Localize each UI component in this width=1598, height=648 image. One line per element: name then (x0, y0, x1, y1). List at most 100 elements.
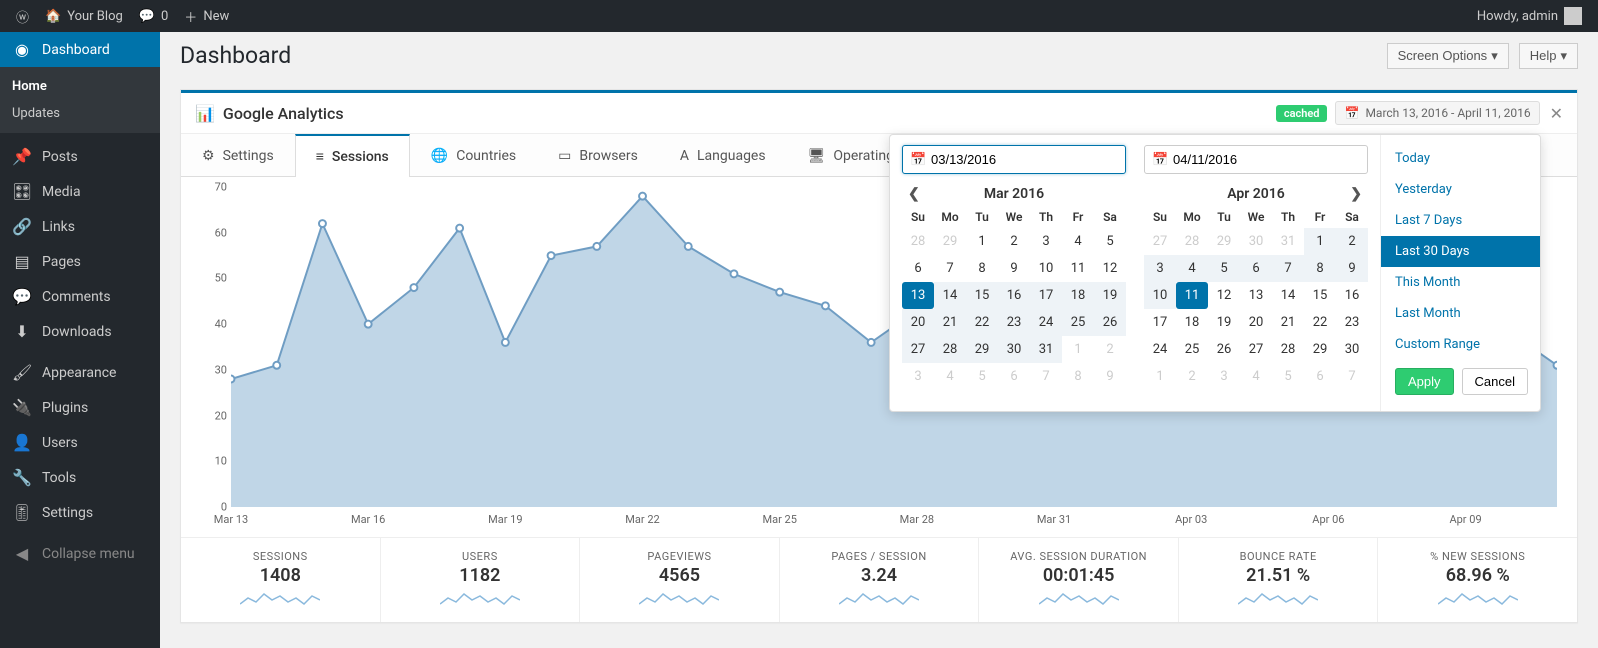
preset-today[interactable]: Today (1381, 143, 1540, 174)
sidebar-item-tools[interactable]: 🔧Tools (0, 460, 160, 495)
calendar-day[interactable]: 17 (1030, 282, 1062, 309)
calendar-day[interactable]: 13 (1240, 282, 1272, 309)
preset-this-month[interactable]: This Month (1381, 267, 1540, 298)
calendar-day[interactable]: 12 (1208, 282, 1240, 309)
calendar-day[interactable]: 28 (1176, 228, 1208, 255)
calendar-day[interactable]: 1 (1304, 228, 1336, 255)
calendar-day[interactable]: 3 (902, 363, 934, 390)
calendar-day[interactable]: 3 (1208, 363, 1240, 390)
calendar-day[interactable]: 23 (998, 309, 1030, 336)
calendar-day[interactable]: 7 (1272, 255, 1304, 282)
calendar-day[interactable]: 7 (1030, 363, 1062, 390)
calendar-day[interactable]: 29 (1304, 336, 1336, 363)
calendar-day[interactable]: 26 (1208, 336, 1240, 363)
submenu-home[interactable]: Home (0, 73, 160, 100)
calendar-day[interactable]: 25 (1062, 309, 1094, 336)
calendar-day[interactable]: 1 (1144, 363, 1176, 390)
sidebar-item-downloads[interactable]: ⬇Downloads (0, 314, 160, 349)
calendar-day[interactable]: 3 (1144, 255, 1176, 282)
sidebar-item-comments[interactable]: 💬Comments (0, 279, 160, 314)
preset-last7[interactable]: Last 7 Days (1381, 205, 1540, 236)
calendar-day[interactable]: 27 (1240, 336, 1272, 363)
calendar-day[interactable]: 7 (934, 255, 966, 282)
calendar-day[interactable]: 24 (1030, 309, 1062, 336)
wp-logo[interactable]: ⓦ (8, 0, 37, 32)
calendar-day[interactable]: 20 (902, 309, 934, 336)
calendar-day[interactable]: 11 (1062, 255, 1094, 282)
calendar-day[interactable]: 10 (1030, 255, 1062, 282)
calendar-day[interactable]: 17 (1144, 309, 1176, 336)
calendar-day[interactable]: 18 (1176, 309, 1208, 336)
calendar-day[interactable]: 1 (966, 228, 998, 255)
calendar-day[interactable]: 6 (1240, 255, 1272, 282)
calendar-day[interactable]: 4 (1176, 255, 1208, 282)
calendar-day[interactable]: 14 (934, 282, 966, 309)
close-icon[interactable]: ✕ (1550, 104, 1563, 123)
tab-settings[interactable]: ⚙Settings (181, 134, 295, 176)
preset-last-month[interactable]: Last Month (1381, 298, 1540, 329)
calendar-day[interactable]: 7 (1336, 363, 1368, 390)
calendar-day[interactable]: 19 (1094, 282, 1126, 309)
calendar-day[interactable]: 15 (966, 282, 998, 309)
preset-yesterday[interactable]: Yesterday (1381, 174, 1540, 205)
sidebar-item-users[interactable]: 👤Users (0, 425, 160, 460)
date-from-input[interactable] (902, 145, 1126, 174)
calendar-day[interactable]: 25 (1176, 336, 1208, 363)
calendar-day[interactable]: 2 (998, 228, 1030, 255)
sidebar-item-links[interactable]: 🔗Links (0, 209, 160, 244)
new-content[interactable]: ＋New (176, 0, 237, 32)
calendar-day[interactable]: 21 (1272, 309, 1304, 336)
submenu-updates[interactable]: Updates (0, 100, 160, 127)
calendar-day[interactable]: 28 (1272, 336, 1304, 363)
calendar-day[interactable]: 30 (998, 336, 1030, 363)
calendar-day[interactable]: 11 (1176, 282, 1208, 309)
date-range-button[interactable]: 📅March 13, 2016 - April 11, 2016 (1335, 101, 1539, 125)
calendar-day[interactable]: 1 (1062, 336, 1094, 363)
calendar-day[interactable]: 9 (998, 255, 1030, 282)
help-button[interactable]: Help▾ (1519, 43, 1578, 69)
calendar-day[interactable]: 22 (966, 309, 998, 336)
calendar-day[interactable]: 14 (1272, 282, 1304, 309)
preset-custom[interactable]: Custom Range (1381, 329, 1540, 360)
tab-browsers[interactable]: ▭Browsers (537, 134, 659, 176)
calendar-day[interactable]: 2 (1336, 228, 1368, 255)
my-account[interactable]: Howdy, admin (1469, 0, 1590, 32)
calendar-day[interactable]: 23 (1336, 309, 1368, 336)
tab-countries[interactable]: 🌐Countries (410, 134, 537, 176)
calendar-day[interactable]: 5 (1272, 363, 1304, 390)
sidebar-item-posts[interactable]: 📌Posts (0, 139, 160, 174)
calendar-day[interactable]: 29 (1208, 228, 1240, 255)
calendar-day[interactable]: 6 (902, 255, 934, 282)
calendar-day[interactable]: 21 (934, 309, 966, 336)
calendar-day[interactable]: 27 (1144, 228, 1176, 255)
calendar-day[interactable]: 13 (902, 282, 934, 309)
apply-button[interactable]: Apply (1395, 368, 1454, 395)
calendar-day[interactable]: 29 (934, 228, 966, 255)
sidebar-item-settings[interactable]: 🎚Settings (0, 495, 160, 530)
prev-month-button[interactable]: ❮ (902, 184, 926, 204)
calendar-day[interactable]: 22 (1304, 309, 1336, 336)
tab-languages[interactable]: ALanguages (659, 134, 787, 176)
calendar-day[interactable]: 30 (1240, 228, 1272, 255)
calendar-day[interactable]: 5 (966, 363, 998, 390)
calendar-day[interactable]: 15 (1304, 282, 1336, 309)
site-name[interactable]: 🏠Your Blog (37, 0, 131, 32)
sidebar-item-appearance[interactable]: 🖌Appearance (0, 355, 160, 390)
calendar-day[interactable]: 26 (1094, 309, 1126, 336)
calendar-day[interactable]: 27 (902, 336, 934, 363)
calendar-day[interactable]: 8 (1062, 363, 1094, 390)
cancel-button[interactable]: Cancel (1462, 368, 1528, 395)
calendar-day[interactable]: 28 (902, 228, 934, 255)
calendar-day[interactable]: 4 (1062, 228, 1094, 255)
calendar-day[interactable]: 6 (1304, 363, 1336, 390)
tab-sessions[interactable]: ≡Sessions (295, 134, 410, 177)
comments-bubble[interactable]: 💬0 (131, 0, 177, 32)
calendar-day[interactable]: 18 (1062, 282, 1094, 309)
calendar-day[interactable]: 5 (1208, 255, 1240, 282)
next-month-button[interactable]: ❯ (1344, 184, 1368, 204)
calendar-day[interactable]: 31 (1030, 336, 1062, 363)
calendar-day[interactable]: 20 (1240, 309, 1272, 336)
calendar-day[interactable]: 6 (998, 363, 1030, 390)
calendar-day[interactable]: 4 (1240, 363, 1272, 390)
calendar-day[interactable]: 29 (966, 336, 998, 363)
